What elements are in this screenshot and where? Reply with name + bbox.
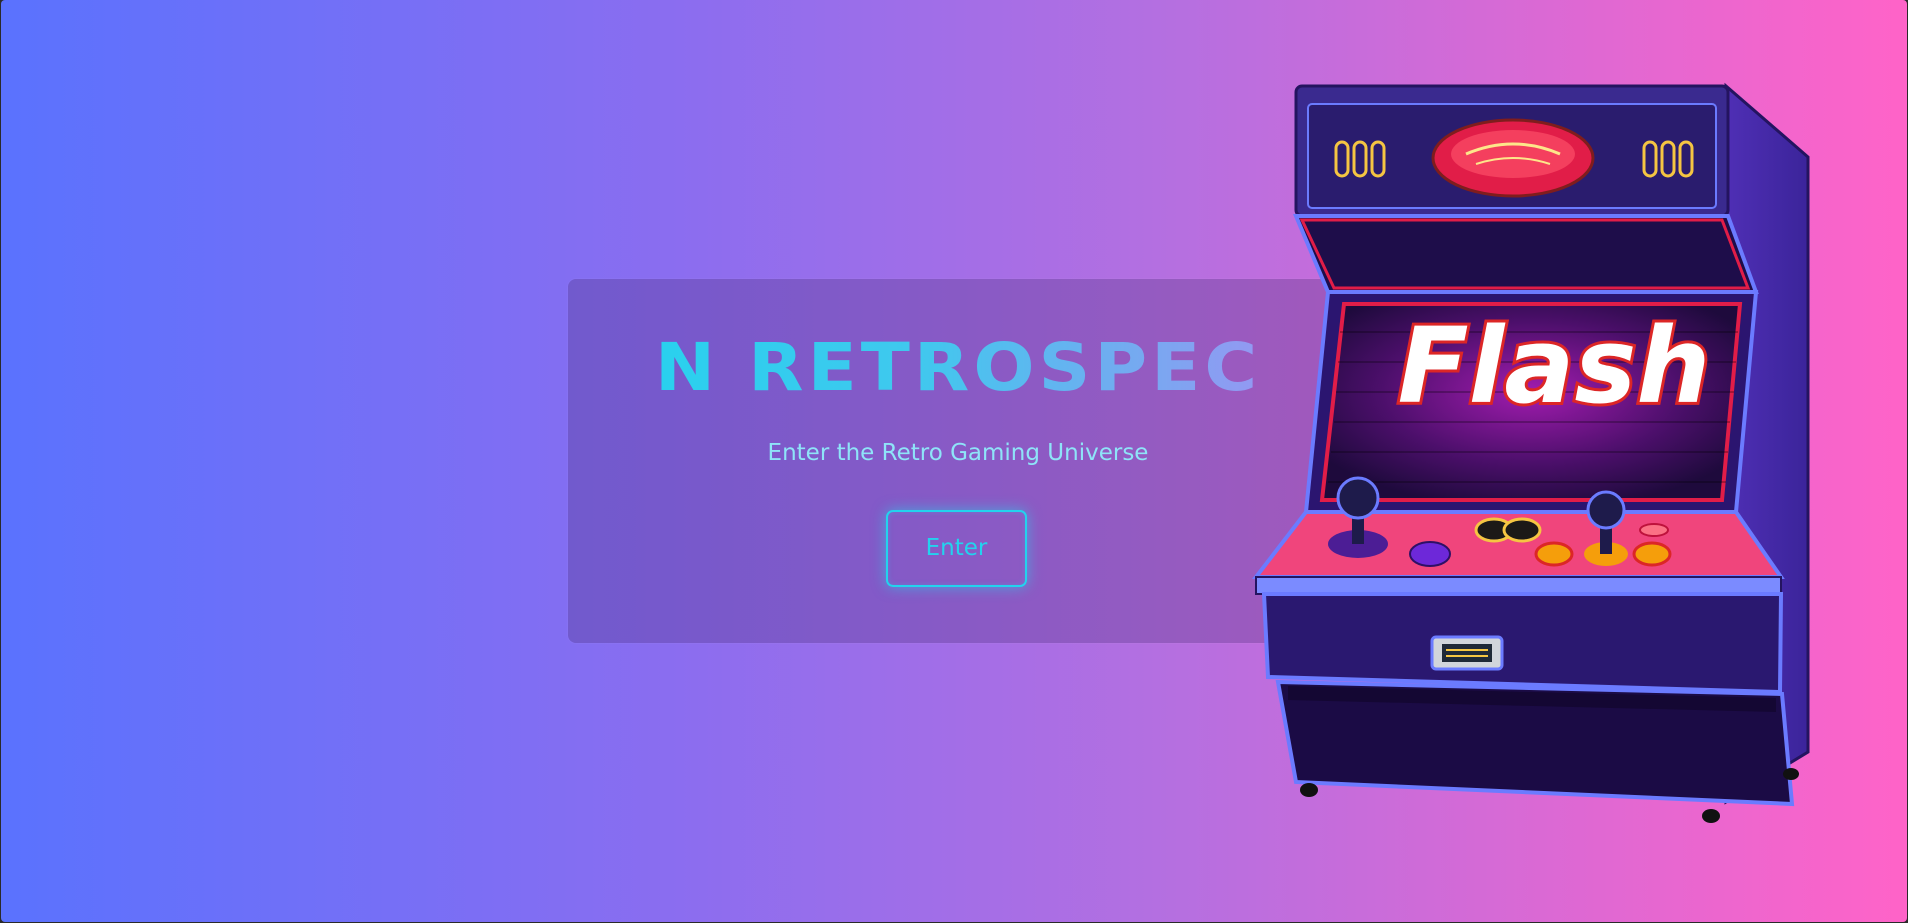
page-title: N RETROSPEC xyxy=(568,334,1348,400)
arcade-cabinet-illustration: Flash xyxy=(1251,82,1810,823)
coin-slot-icon xyxy=(1430,635,1504,671)
landing-page: N RETROSPEC Enter the Retro Gaming Unive… xyxy=(1,0,1907,922)
enter-button[interactable]: Enter xyxy=(886,510,1027,587)
page-subtitle: Enter the Retro Gaming Universe xyxy=(767,440,1149,466)
hero-card: N RETROSPEC Enter the Retro Gaming Unive… xyxy=(568,279,1348,643)
arcade-screen-text: Flash xyxy=(1398,305,1711,427)
